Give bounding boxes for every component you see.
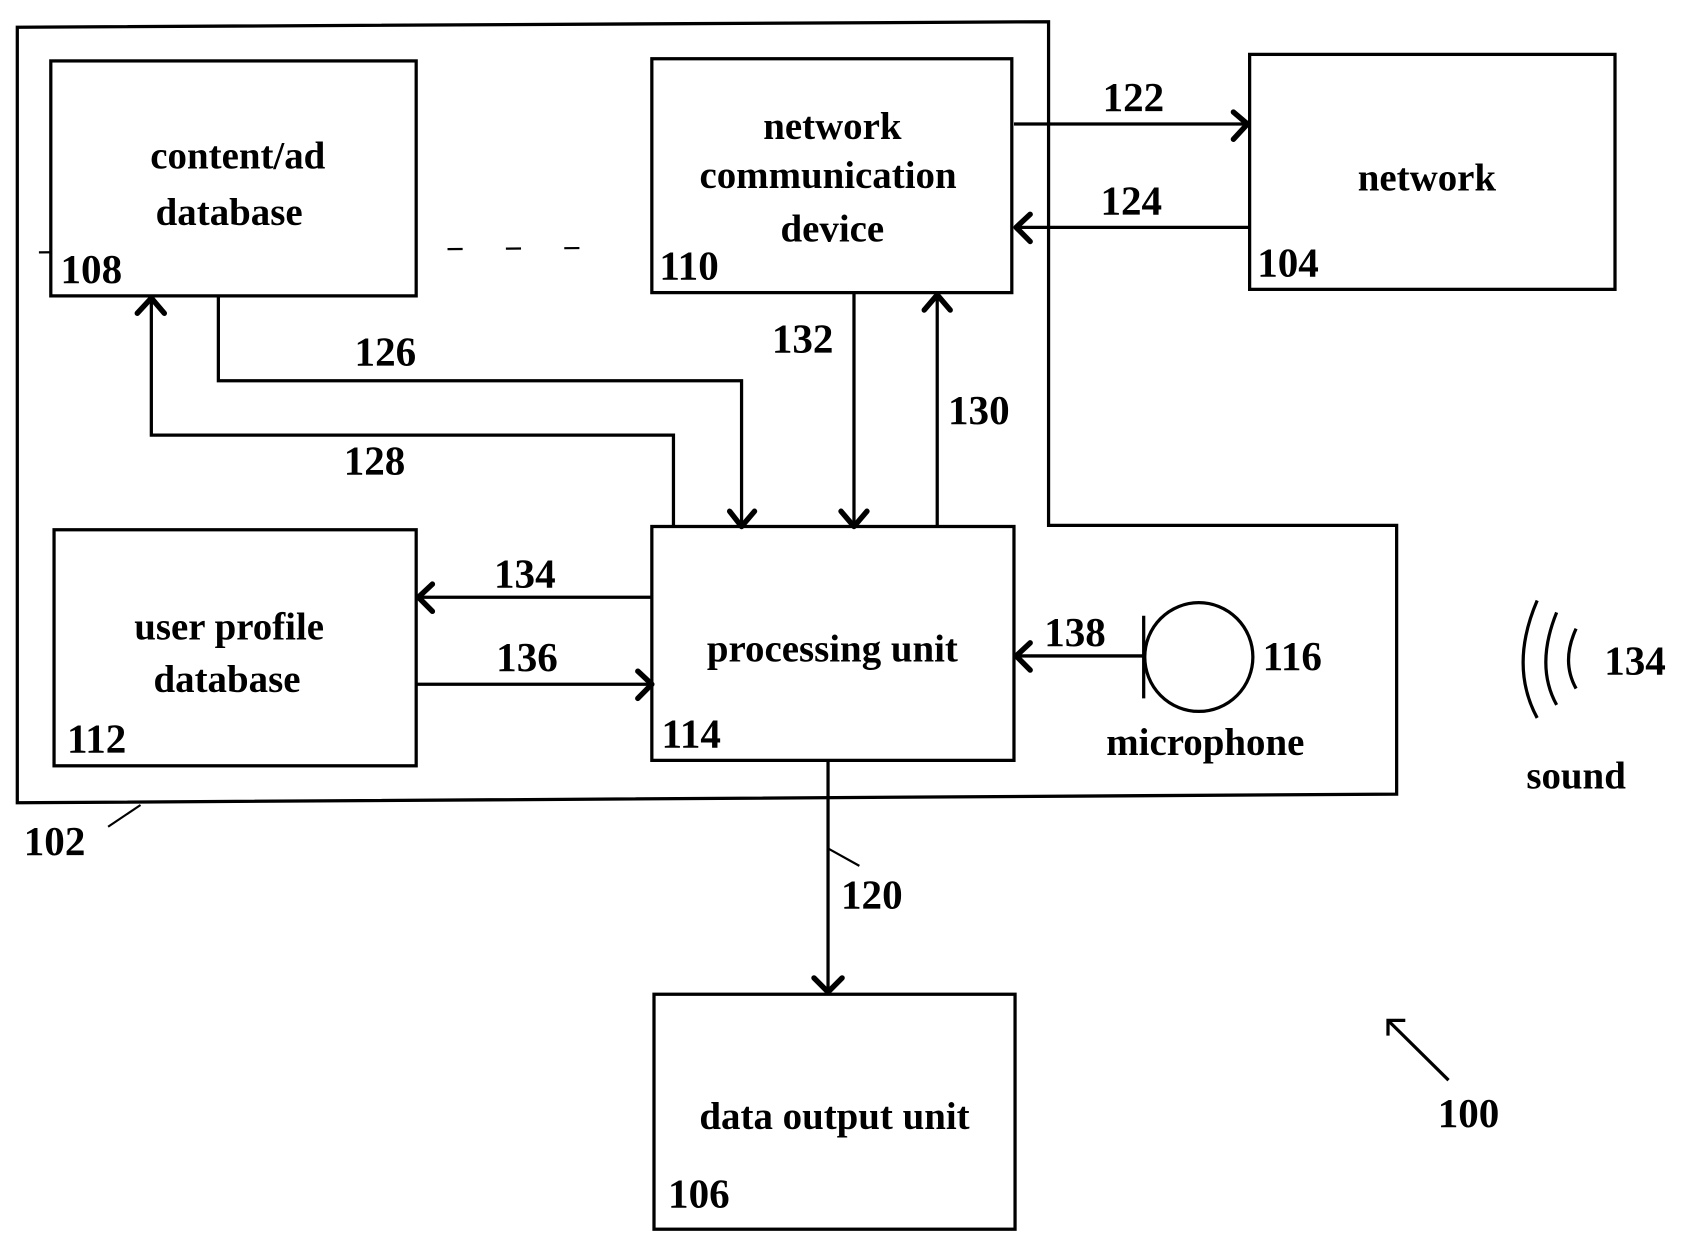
- system-block-diagram: 102 content/ad database 108 network comm…: [15, 20, 1666, 1231]
- network-communication-device-block: network communication device 110: [650, 57, 1014, 295]
- connection-134: 134: [415, 550, 652, 615]
- system-ref-label: 102: [24, 818, 86, 864]
- connection-130: 130: [921, 292, 1010, 527]
- connection-132-label: 132: [772, 315, 834, 361]
- connection-128-label: 128: [344, 437, 406, 483]
- figure-ref-pointer: 100: [1386, 1018, 1500, 1136]
- sound-label: sound: [1526, 755, 1626, 798]
- ncd-line-1: network: [763, 105, 902, 148]
- connection-126-label: 126: [355, 328, 417, 374]
- content-db-line-2: database: [156, 191, 303, 234]
- network-label: network: [1358, 156, 1497, 199]
- data-output-ref: 106: [668, 1170, 730, 1216]
- connection-124: 124: [1013, 177, 1250, 245]
- connection-130-label: 130: [948, 387, 1010, 433]
- content-db-ref: 108: [61, 246, 123, 292]
- connection-124-label: 124: [1100, 177, 1162, 223]
- content-db-line-1: content/ad: [150, 135, 325, 178]
- processing-unit-ref: 114: [662, 710, 721, 756]
- connection-120-leader: [827, 847, 860, 867]
- sound-ref: 134: [1604, 637, 1666, 683]
- data-output-unit-block: data output unit 106: [652, 992, 1017, 1231]
- connection-120-label: 120: [841, 871, 903, 917]
- processing-unit-block: processing unit 114: [650, 524, 1016, 763]
- connection-138-label: 138: [1044, 609, 1106, 655]
- connection-136-label: 136: [496, 634, 558, 680]
- processing-unit-label: processing unit: [707, 627, 958, 670]
- ncd-line-3: device: [781, 207, 885, 250]
- user-profile-database-block: user profile database 112: [52, 528, 418, 768]
- microphone-ref: 116: [1263, 633, 1322, 679]
- ncd-ref: 110: [659, 242, 718, 288]
- connection-134-label: 134: [494, 550, 556, 596]
- figure-ref-label: 100: [1438, 1090, 1500, 1136]
- connection-122-label: 122: [1103, 74, 1165, 120]
- ncd-line-2: communication: [699, 154, 956, 197]
- system-ref-leader: [107, 804, 142, 828]
- upd-line-1: user profile: [134, 606, 324, 649]
- connection-138: 138: [1013, 609, 1144, 673]
- network-ref: 104: [1257, 239, 1319, 285]
- network-block: network 104: [1248, 52, 1617, 291]
- upd-line-2: database: [154, 658, 301, 701]
- data-output-label: data output unit: [699, 1095, 969, 1138]
- connection-132: 132: [772, 292, 870, 530]
- connection-120: 120: [811, 760, 903, 995]
- content-ad-database-block: content/ad database 108: [49, 59, 418, 298]
- upd-ref: 112: [67, 716, 126, 762]
- microphone-icon: 116 microphone: [1106, 601, 1322, 764]
- microphone-label: microphone: [1106, 721, 1304, 764]
- sound-waves-icon: 134 sound: [1521, 599, 1666, 798]
- connection-136: 136: [416, 634, 655, 702]
